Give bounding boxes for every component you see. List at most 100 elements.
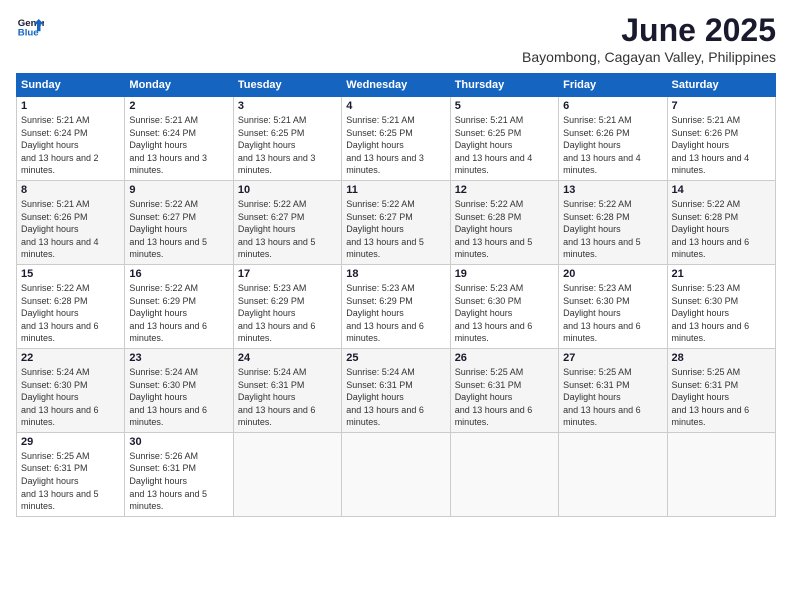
day-number: 7 — [672, 100, 771, 112]
day-number: 6 — [563, 100, 662, 112]
day-number: 8 — [21, 184, 120, 196]
day-number: 2 — [129, 100, 228, 112]
table-cell: 12 Sunrise: 5:22 AM Sunset: 6:28 PM Dayl… — [450, 180, 558, 264]
col-thursday: Thursday — [450, 74, 558, 97]
subtitle: Bayombong, Cagayan Valley, Philippines — [522, 49, 776, 65]
day-number: 18 — [346, 268, 445, 280]
table-cell: 16 Sunrise: 5:22 AM Sunset: 6:29 PM Dayl… — [125, 264, 233, 348]
table-cell: 18 Sunrise: 5:23 AM Sunset: 6:29 PM Dayl… — [342, 264, 450, 348]
col-monday: Monday — [125, 74, 233, 97]
table-cell: 23 Sunrise: 5:24 AM Sunset: 6:30 PM Dayl… — [125, 348, 233, 432]
col-saturday: Saturday — [667, 74, 775, 97]
day-info: Sunrise: 5:25 AM Sunset: 6:31 PM Dayligh… — [21, 450, 120, 513]
table-cell: 4 Sunrise: 5:21 AM Sunset: 6:25 PM Dayli… — [342, 97, 450, 181]
table-cell: 5 Sunrise: 5:21 AM Sunset: 6:25 PM Dayli… — [450, 97, 558, 181]
day-number: 13 — [563, 184, 662, 196]
day-info: Sunrise: 5:23 AM Sunset: 6:29 PM Dayligh… — [238, 282, 337, 345]
day-info: Sunrise: 5:22 AM Sunset: 6:27 PM Dayligh… — [129, 198, 228, 261]
day-info: Sunrise: 5:21 AM Sunset: 6:24 PM Dayligh… — [129, 114, 228, 177]
table-cell: 7 Sunrise: 5:21 AM Sunset: 6:26 PM Dayli… — [667, 97, 775, 181]
day-number: 26 — [455, 352, 554, 364]
day-number: 23 — [129, 352, 228, 364]
day-info: Sunrise: 5:23 AM Sunset: 6:30 PM Dayligh… — [563, 282, 662, 345]
day-info: Sunrise: 5:21 AM Sunset: 6:25 PM Dayligh… — [455, 114, 554, 177]
day-number: 1 — [21, 100, 120, 112]
day-info: Sunrise: 5:21 AM Sunset: 6:26 PM Dayligh… — [563, 114, 662, 177]
day-number: 4 — [346, 100, 445, 112]
col-tuesday: Tuesday — [233, 74, 341, 97]
day-info: Sunrise: 5:24 AM Sunset: 6:30 PM Dayligh… — [21, 366, 120, 429]
day-number: 17 — [238, 268, 337, 280]
table-cell — [559, 432, 667, 516]
month-title: June 2025 — [522, 12, 776, 49]
table-cell: 30 Sunrise: 5:26 AM Sunset: 6:31 PM Dayl… — [125, 432, 233, 516]
day-info: Sunrise: 5:21 AM Sunset: 6:25 PM Dayligh… — [346, 114, 445, 177]
table-cell: 10 Sunrise: 5:22 AM Sunset: 6:27 PM Dayl… — [233, 180, 341, 264]
table-cell: 9 Sunrise: 5:22 AM Sunset: 6:27 PM Dayli… — [125, 180, 233, 264]
table-cell: 27 Sunrise: 5:25 AM Sunset: 6:31 PM Dayl… — [559, 348, 667, 432]
day-info: Sunrise: 5:21 AM Sunset: 6:26 PM Dayligh… — [672, 114, 771, 177]
table-cell: 3 Sunrise: 5:21 AM Sunset: 6:25 PM Dayli… — [233, 97, 341, 181]
day-info: Sunrise: 5:21 AM Sunset: 6:24 PM Dayligh… — [21, 114, 120, 177]
day-info: Sunrise: 5:23 AM Sunset: 6:30 PM Dayligh… — [672, 282, 771, 345]
day-info: Sunrise: 5:24 AM Sunset: 6:31 PM Dayligh… — [238, 366, 337, 429]
table-cell — [233, 432, 341, 516]
day-number: 5 — [455, 100, 554, 112]
table-cell: 17 Sunrise: 5:23 AM Sunset: 6:29 PM Dayl… — [233, 264, 341, 348]
table-cell: 2 Sunrise: 5:21 AM Sunset: 6:24 PM Dayli… — [125, 97, 233, 181]
table-cell: 22 Sunrise: 5:24 AM Sunset: 6:30 PM Dayl… — [17, 348, 125, 432]
table-cell — [667, 432, 775, 516]
table-cell: 24 Sunrise: 5:24 AM Sunset: 6:31 PM Dayl… — [233, 348, 341, 432]
logo-icon: General Blue — [16, 12, 44, 40]
day-info: Sunrise: 5:26 AM Sunset: 6:31 PM Dayligh… — [129, 450, 228, 513]
day-number: 27 — [563, 352, 662, 364]
table-cell: 13 Sunrise: 5:22 AM Sunset: 6:28 PM Dayl… — [559, 180, 667, 264]
table-cell: 14 Sunrise: 5:22 AM Sunset: 6:28 PM Dayl… — [667, 180, 775, 264]
day-number: 15 — [21, 268, 120, 280]
day-number: 16 — [129, 268, 228, 280]
day-number: 14 — [672, 184, 771, 196]
table-cell: 6 Sunrise: 5:21 AM Sunset: 6:26 PM Dayli… — [559, 97, 667, 181]
header-row: Sunday Monday Tuesday Wednesday Thursday… — [17, 74, 776, 97]
table-cell — [342, 432, 450, 516]
day-number: 10 — [238, 184, 337, 196]
col-sunday: Sunday — [17, 74, 125, 97]
page: General Blue June 2025 Bayombong, Cagaya… — [0, 0, 792, 612]
day-number: 20 — [563, 268, 662, 280]
day-number: 28 — [672, 352, 771, 364]
day-number: 24 — [238, 352, 337, 364]
day-number: 12 — [455, 184, 554, 196]
logo: General Blue — [16, 12, 44, 40]
day-info: Sunrise: 5:25 AM Sunset: 6:31 PM Dayligh… — [672, 366, 771, 429]
day-number: 22 — [21, 352, 120, 364]
day-number: 11 — [346, 184, 445, 196]
col-wednesday: Wednesday — [342, 74, 450, 97]
day-info: Sunrise: 5:25 AM Sunset: 6:31 PM Dayligh… — [563, 366, 662, 429]
day-info: Sunrise: 5:25 AM Sunset: 6:31 PM Dayligh… — [455, 366, 554, 429]
table-cell: 1 Sunrise: 5:21 AM Sunset: 6:24 PM Dayli… — [17, 97, 125, 181]
day-number: 21 — [672, 268, 771, 280]
day-info: Sunrise: 5:21 AM Sunset: 6:25 PM Dayligh… — [238, 114, 337, 177]
day-number: 29 — [21, 436, 120, 448]
table-cell: 29 Sunrise: 5:25 AM Sunset: 6:31 PM Dayl… — [17, 432, 125, 516]
day-info: Sunrise: 5:24 AM Sunset: 6:30 PM Dayligh… — [129, 366, 228, 429]
table-cell: 20 Sunrise: 5:23 AM Sunset: 6:30 PM Dayl… — [559, 264, 667, 348]
day-info: Sunrise: 5:22 AM Sunset: 6:27 PM Dayligh… — [346, 198, 445, 261]
table-cell: 26 Sunrise: 5:25 AM Sunset: 6:31 PM Dayl… — [450, 348, 558, 432]
day-info: Sunrise: 5:22 AM Sunset: 6:29 PM Dayligh… — [129, 282, 228, 345]
day-info: Sunrise: 5:22 AM Sunset: 6:27 PM Dayligh… — [238, 198, 337, 261]
day-number: 3 — [238, 100, 337, 112]
day-info: Sunrise: 5:22 AM Sunset: 6:28 PM Dayligh… — [672, 198, 771, 261]
calendar-table: Sunday Monday Tuesday Wednesday Thursday… — [16, 73, 776, 517]
day-number: 30 — [129, 436, 228, 448]
table-cell: 28 Sunrise: 5:25 AM Sunset: 6:31 PM Dayl… — [667, 348, 775, 432]
day-info: Sunrise: 5:23 AM Sunset: 6:29 PM Dayligh… — [346, 282, 445, 345]
title-area: June 2025 Bayombong, Cagayan Valley, Phi… — [522, 12, 776, 65]
day-info: Sunrise: 5:22 AM Sunset: 6:28 PM Dayligh… — [21, 282, 120, 345]
svg-text:Blue: Blue — [18, 28, 39, 39]
table-cell: 15 Sunrise: 5:22 AM Sunset: 6:28 PM Dayl… — [17, 264, 125, 348]
day-info: Sunrise: 5:22 AM Sunset: 6:28 PM Dayligh… — [563, 198, 662, 261]
table-cell: 11 Sunrise: 5:22 AM Sunset: 6:27 PM Dayl… — [342, 180, 450, 264]
table-cell — [450, 432, 558, 516]
day-number: 9 — [129, 184, 228, 196]
